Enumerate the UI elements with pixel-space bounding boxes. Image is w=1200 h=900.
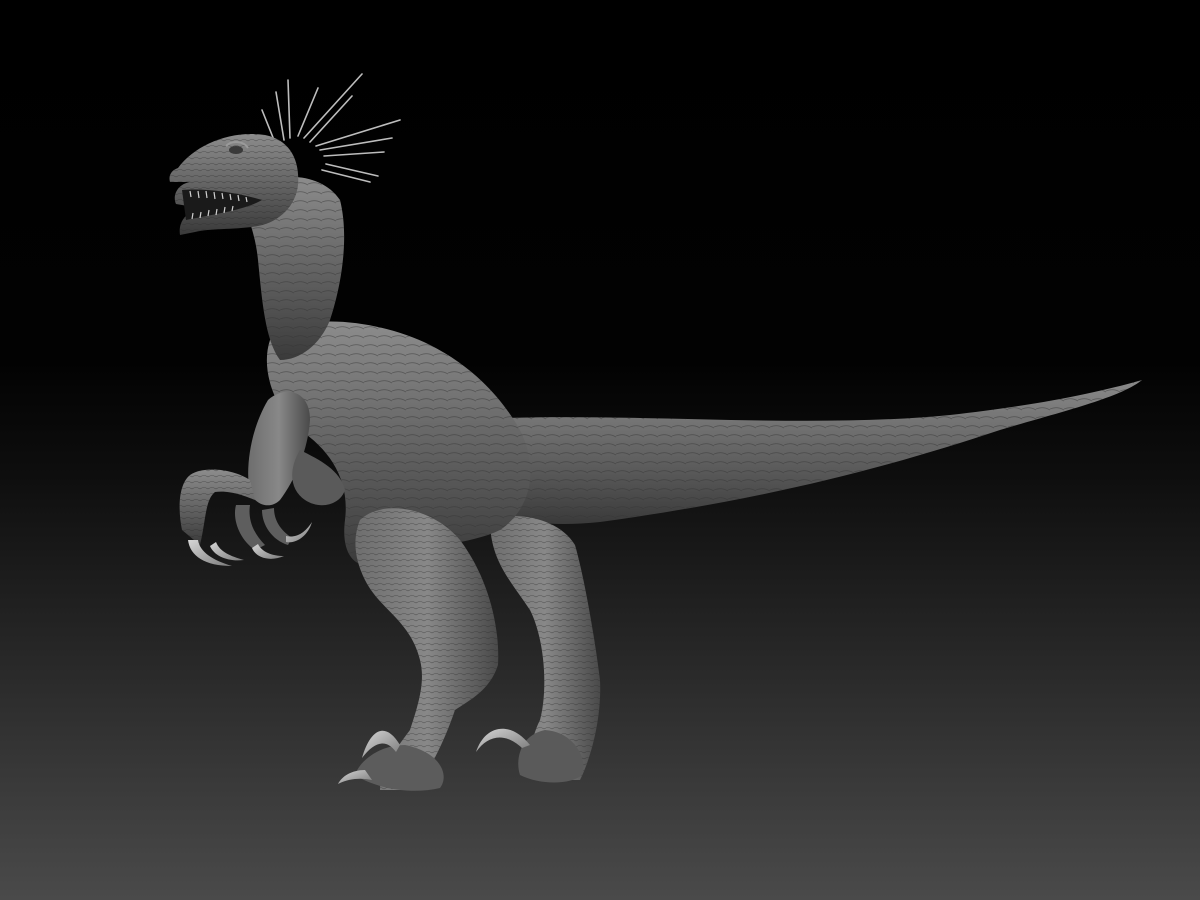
- left-arm: [179, 391, 312, 566]
- hand-claw-2: [252, 544, 284, 559]
- left-leg: [338, 508, 499, 791]
- raptor-render: [169, 73, 1142, 791]
- hand-claw-4: [210, 542, 244, 561]
- sculpt-viewport: [0, 0, 1200, 900]
- eye: [229, 146, 243, 154]
- hand-claw-3: [286, 522, 312, 543]
